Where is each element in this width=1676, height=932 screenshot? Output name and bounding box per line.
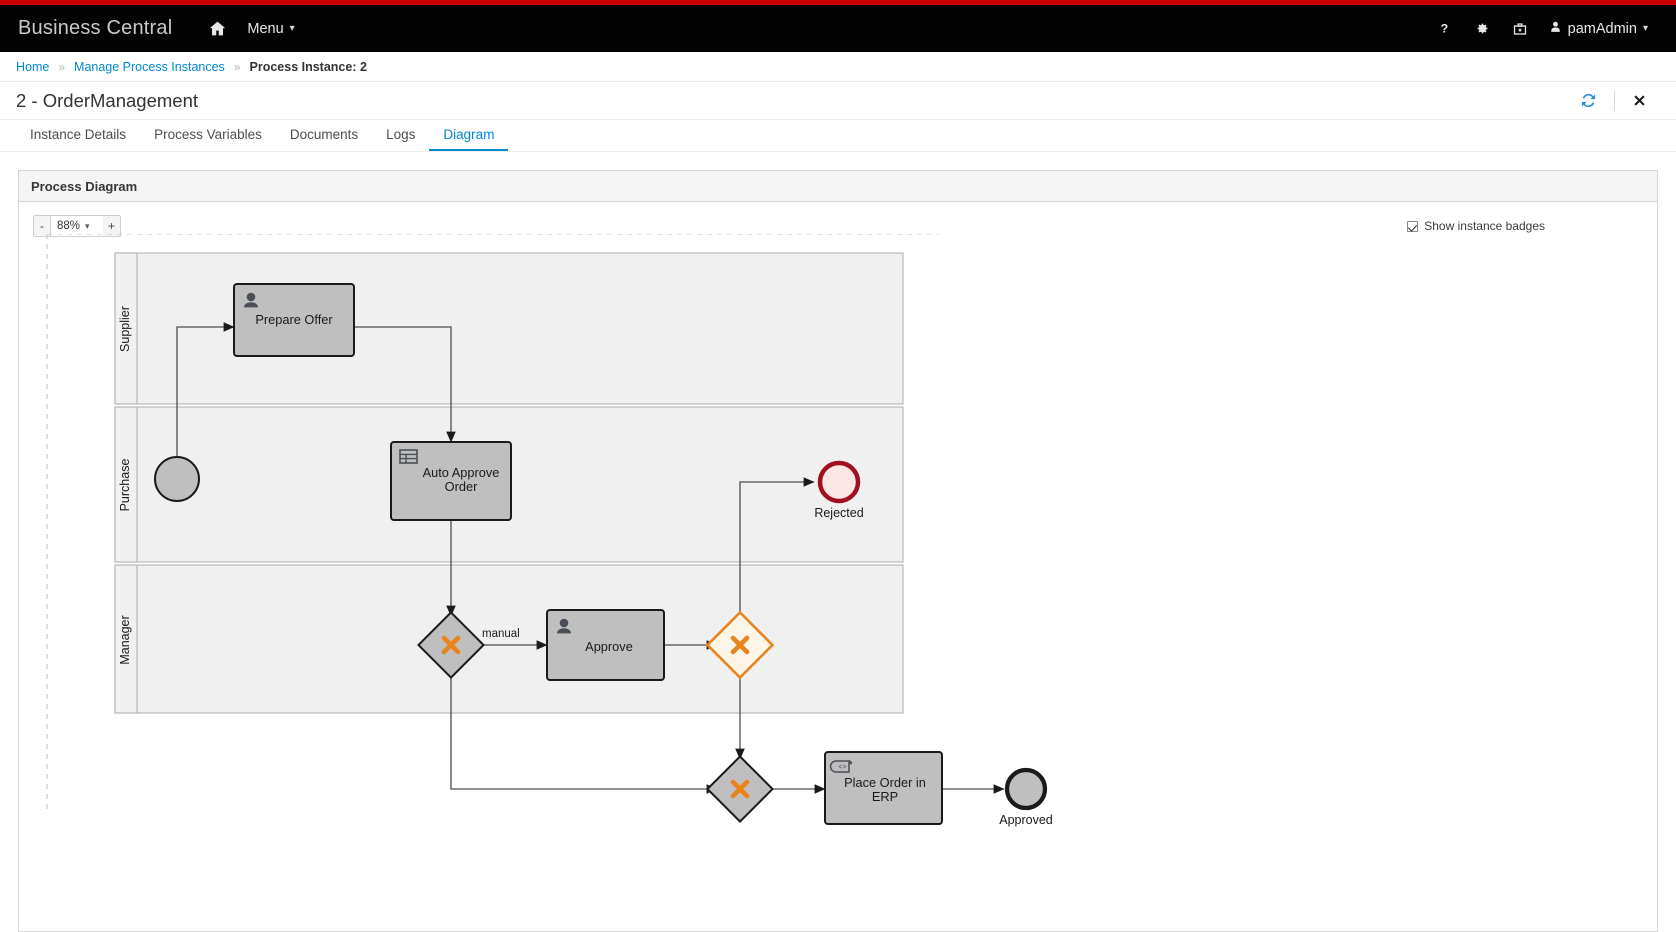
lane-label-purchase: Purchase xyxy=(118,459,132,512)
breadcrumb-separator: » xyxy=(58,59,66,74)
node-place-order-in-erp[interactable]: <> Place Order in ERP xyxy=(824,751,943,825)
lane-label-supplier: Supplier xyxy=(118,306,132,352)
node-label-auto-approve-order-line2: Order xyxy=(445,479,478,494)
chevron-down-icon: ▾ xyxy=(85,220,90,231)
home-icon[interactable] xyxy=(198,14,237,43)
chevron-down-icon: ▾ xyxy=(289,22,295,34)
briefcase-icon[interactable] xyxy=(1501,15,1539,43)
tab-instance-details[interactable]: Instance Details xyxy=(16,127,140,152)
page-header-actions xyxy=(1567,88,1660,113)
svg-text:?: ? xyxy=(1440,22,1447,36)
menu-label: Menu xyxy=(247,20,284,37)
gear-icon[interactable] xyxy=(1463,15,1501,43)
user-icon xyxy=(1549,20,1562,38)
show-instance-badges-checkbox[interactable] xyxy=(1407,220,1419,232)
refresh-icon[interactable] xyxy=(1567,88,1610,113)
node-rejected-end-event[interactable]: Rejected xyxy=(814,460,864,520)
panel-body: - 88% ▾ + Show instance badges Supplier … xyxy=(19,202,1657,931)
lane-label-manager: Manager xyxy=(118,615,132,664)
page-header: 2 - OrderManagement xyxy=(0,82,1676,120)
process-diagram-panel: Process Diagram - 88% ▾ + Show instance … xyxy=(18,170,1658,932)
node-label-place-order-line1: Place Order in xyxy=(844,775,926,790)
node-label-auto-approve-order-line1: Auto Approve xyxy=(423,465,500,480)
node-auto-approve-order[interactable]: Auto Approve Order xyxy=(390,441,512,521)
diagram-canvas[interactable]: Supplier Purchase Manager manual Prepare… xyxy=(19,234,1657,931)
zoom-level-value: 88% xyxy=(57,220,81,232)
node-label-approve: Approve xyxy=(585,639,633,654)
tab-process-variables[interactable]: Process Variables xyxy=(140,127,276,152)
user-name: pamAdmin xyxy=(1567,20,1637,37)
breadcrumb-item-manage-process-instances[interactable]: Manage Process Instances xyxy=(74,60,225,74)
show-instance-badges-label: Show instance badges xyxy=(1424,219,1545,233)
breadcrumb: Home » Manage Process Instances » Proces… xyxy=(0,52,1676,82)
close-icon[interactable] xyxy=(1619,89,1660,112)
edge-label-manual: manual xyxy=(482,628,520,640)
node-approve[interactable]: Approve xyxy=(546,609,665,681)
node-label-rejected: Rejected xyxy=(814,506,863,520)
breadcrumb-item-current: Process Instance: 2 xyxy=(249,59,367,74)
show-instance-badges-toggle[interactable]: Show instance badges xyxy=(1407,219,1643,233)
masthead: Business Central Menu ▾ ? pamAdmin ▾ xyxy=(0,5,1676,52)
tab-logs[interactable]: Logs xyxy=(372,127,429,152)
user-menu[interactable]: pamAdmin ▾ xyxy=(1539,14,1658,44)
node-prepare-offer[interactable]: Prepare Offer xyxy=(233,283,355,357)
brand-title: Business Central xyxy=(18,17,173,39)
chevron-down-icon: ▾ xyxy=(1642,22,1648,34)
breadcrumb-item-home[interactable]: Home xyxy=(16,60,49,74)
action-divider xyxy=(1614,90,1615,111)
panel-title: Process Diagram xyxy=(19,171,1657,202)
node-label-approved: Approved xyxy=(999,813,1053,827)
page-title: 2 - OrderManagement xyxy=(16,89,199,111)
node-label-prepare-offer: Prepare Offer xyxy=(255,312,333,327)
tab-diagram[interactable]: Diagram xyxy=(429,127,509,151)
tab-bar: Instance Details Process Variables Docum… xyxy=(0,120,1676,152)
node-start-event[interactable] xyxy=(154,456,200,502)
node-label-place-order-line2: ERP xyxy=(872,789,898,804)
svg-text:<>: <> xyxy=(838,764,846,771)
node-approved-end-event[interactable]: Approved xyxy=(999,767,1053,827)
tab-documents[interactable]: Documents xyxy=(276,127,372,152)
breadcrumb-separator: » xyxy=(233,59,241,74)
bpmn-diagram[interactable]: Supplier Purchase Manager manual Prepare… xyxy=(19,234,1657,924)
node-gateway-3[interactable] xyxy=(706,755,774,823)
menu-button[interactable]: Menu ▾ xyxy=(237,15,304,43)
question-mark-icon[interactable]: ? xyxy=(1426,15,1463,42)
